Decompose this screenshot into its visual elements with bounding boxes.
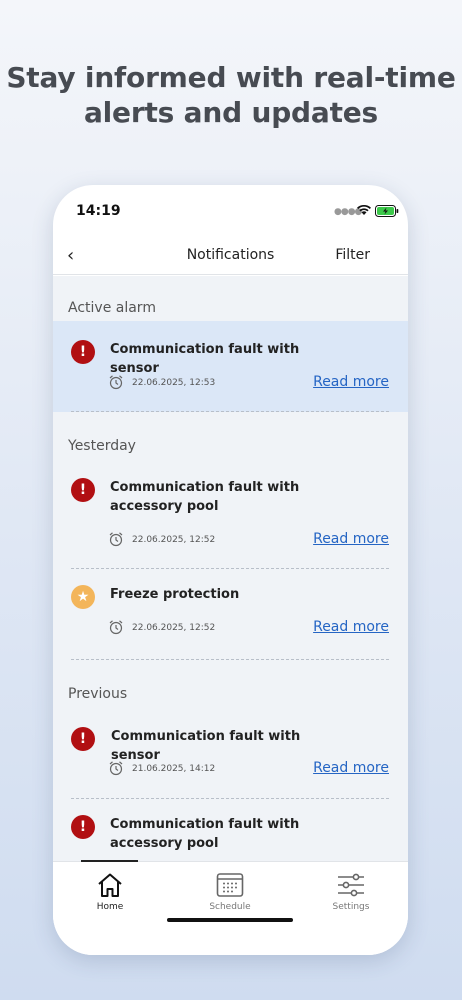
tab-settings-label: Settings (332, 902, 370, 912)
home-indicator (167, 918, 293, 922)
notification-item[interactable]: ! Communication fault with sensor 22.06.… (53, 321, 408, 412)
filter-button[interactable]: Filter (335, 247, 370, 263)
alarm-clock-icon (109, 532, 123, 547)
notifications-list: Active alarm ! Communication fault with … (53, 276, 408, 861)
notification-date: 21.06.2025, 14:12 (132, 764, 216, 774)
notification-date: 22.06.2025, 12:53 (132, 378, 216, 388)
notification-item[interactable]: ! Communication fault with accessory poo… (53, 461, 408, 561)
notification-title: Communication fault with accessory pool (110, 817, 300, 851)
tab-bar: Home Schedule Settings (53, 860, 408, 955)
wifi-icon (357, 204, 371, 215)
alarm-clock-icon (109, 375, 123, 390)
notification-item[interactable]: ! Communication fault with sensor 21.06.… (53, 710, 408, 800)
read-more-link[interactable]: Read more (313, 374, 389, 390)
calendar-icon (216, 873, 244, 897)
notification-title: Communication fault with sensor (111, 729, 301, 763)
section-title-active-alarm: Active alarm (68, 300, 156, 316)
read-more-link[interactable]: Read more (313, 531, 389, 547)
tab-settings[interactable]: Settings (306, 872, 396, 912)
phone-frame: 14:19 ●●●● ‹ Notifications Filter Active… (53, 185, 408, 955)
notification-date: 22.06.2025, 12:52 (132, 535, 216, 545)
home-icon (98, 873, 122, 897)
section-title-yesterday: Yesterday (68, 438, 136, 454)
notification-title: Communication fault with accessory pool (110, 480, 300, 514)
battery-icon (375, 205, 399, 217)
star-icon: ★ (71, 585, 95, 609)
notification-date: 22.06.2025, 12:52 (132, 623, 216, 633)
status-bar: 14:19 ●●●● (53, 185, 408, 235)
alarm-clock-icon (109, 620, 123, 635)
headline-line-2: alerts and updates (83, 96, 379, 129)
navigation-bar: ‹ Notifications Filter (53, 235, 408, 275)
tab-schedule[interactable]: Schedule (185, 872, 275, 912)
read-more-link[interactable]: Read more (313, 619, 389, 635)
notification-item[interactable]: ! Communication fault with accessory poo… (53, 802, 408, 861)
divider (71, 659, 389, 660)
headline-line-1: Stay informed with real-time (6, 61, 456, 94)
divider (71, 411, 389, 412)
active-tab-indicator (81, 860, 138, 862)
notification-title: Freeze protection (110, 587, 240, 602)
exclamation-icon: ! (71, 727, 95, 751)
exclamation-icon: ! (71, 478, 95, 502)
tab-schedule-label: Schedule (209, 902, 251, 912)
alarm-clock-icon (109, 761, 123, 776)
tab-home[interactable]: Home (65, 872, 155, 912)
divider (71, 798, 389, 799)
status-time: 14:19 (76, 203, 121, 219)
divider (71, 568, 389, 569)
section-title-previous: Previous (68, 686, 128, 702)
tab-home-label: Home (96, 902, 124, 912)
headline: Stay informed with real-time alerts and … (0, 60, 462, 130)
exclamation-icon: ! (71, 340, 95, 364)
read-more-link[interactable]: Read more (313, 760, 389, 776)
sliders-icon (338, 873, 364, 897)
notification-title: Communication fault with sensor (110, 342, 300, 376)
notification-item[interactable]: ★ Freeze protection 22.06.2025, 12:52 Re… (53, 572, 408, 662)
exclamation-icon: ! (71, 815, 95, 839)
